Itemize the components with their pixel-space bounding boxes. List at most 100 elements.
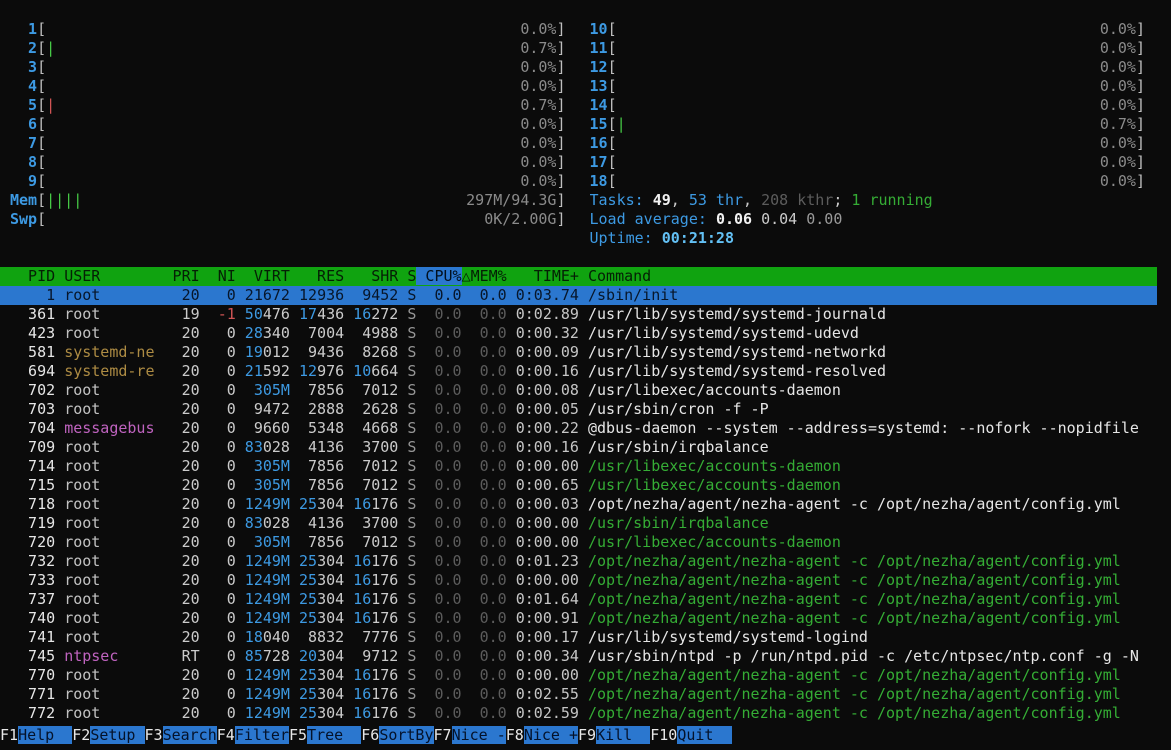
table-header-row: PID USER PRI NI VIRT RES SHR S CPU%△MEM%… <box>0 267 1157 286</box>
cpu-meter-10-value: 0.0% <box>1099 20 1136 38</box>
fkey-number: F10 <box>650 726 678 744</box>
cpu-meter-10-label: 10 <box>589 20 608 38</box>
process-command: /opt/nezha/agent/nezha-agent -c /opt/nez… <box>588 552 1121 570</box>
swp-meter-bar: 0K/2.00G <box>46 210 556 229</box>
process-row-771[interactable]: 771 root 20 0 1249M 25304 16176 S 0.0 0.… <box>0 685 1157 704</box>
cpu-meter-2-bar: | 0.7% <box>46 39 557 57</box>
cpu-meter-13-label: 13 <box>589 77 608 95</box>
column-header-pri[interactable]: PRI <box>155 267 200 285</box>
process-row-423[interactable]: 423 root 20 0 28340 7004 4988 S 0.0 0.0 … <box>0 324 1157 343</box>
fkey-number: F4 <box>216 726 235 744</box>
cpu-meter-2-value: 0.7% <box>520 39 557 57</box>
cpu-meter-3-value: 0.0% <box>520 58 557 76</box>
fkey-f7-nice-[interactable]: F7Nice - <box>434 726 506 744</box>
process-row-718[interactable]: 718 root 20 0 1249M 25304 16176 S 0.0 0.… <box>0 495 1157 514</box>
column-header-s[interactable]: S <box>398 267 416 285</box>
process-row-719[interactable]: 719 root 20 0 83028 4136 3700 S 0.0 0.0 … <box>0 514 1157 533</box>
column-header-cmd[interactable]: Command <box>588 267 651 285</box>
cpu-meter-7: 7[0.0%] <box>10 134 566 153</box>
column-header-pid[interactable]: PID <box>10 267 55 285</box>
cpu-meter-18-value: 0.0% <box>1099 172 1136 190</box>
process-row-720[interactable]: 720 root 20 0 305M 7856 7012 S 0.0 0.0 0… <box>0 533 1157 552</box>
fkey-f1-help[interactable]: F1Help <box>0 726 73 744</box>
process-row-581[interactable]: 581 systemd-ne 20 0 19012 9436 8268 S 0.… <box>0 343 1157 362</box>
meters-panel: 1[0.0%] 2[| 0.7%] 3[0.0%] 4[0.0%] 5[| 0.7%… <box>0 20 1171 248</box>
process-row-770[interactable]: 770 root 20 0 1249M 25304 16176 S 0.0 0.… <box>0 666 1157 685</box>
cpu-meter-8: 8[0.0%] <box>10 153 566 172</box>
process-row-737[interactable]: 737 root 20 0 1249M 25304 16176 S 0.0 0.… <box>0 590 1157 609</box>
cpu-meter-6-label: 6 <box>10 115 38 133</box>
fkey-f6-sortby[interactable]: F6SortBy <box>361 726 434 744</box>
column-header-ni[interactable]: NI <box>200 267 236 285</box>
process-row-702[interactable]: 702 root 20 0 305M 7856 7012 S 0.0 0.0 0… <box>0 381 1157 400</box>
cpu-meter-8-bar: 0.0% <box>46 153 556 172</box>
fkey-number: F7 <box>433 726 452 744</box>
fkey-f4-filter[interactable]: F4Filter <box>217 726 289 744</box>
process-command: /usr/sbin/irqbalance <box>588 514 769 532</box>
process-row-714[interactable]: 714 root 20 0 305M 7856 7012 S 0.0 0.0 0… <box>0 457 1157 476</box>
cpu-meter-5-label: 5 <box>10 96 38 114</box>
process-row-715[interactable]: 715 root 20 0 305M 7856 7012 S 0.0 0.0 0… <box>0 476 1157 495</box>
fkey-f5-tree[interactable]: F5Tree <box>289 726 362 744</box>
fkey-f2-setup[interactable]: F2Setup <box>72 726 145 744</box>
column-header-res[interactable]: RES <box>290 267 344 285</box>
column-header-time[interactable]: TIME+ <box>507 267 579 285</box>
cpu-meter-17: 17[0.0%] <box>589 153 1146 171</box>
process-command: /sbin/init <box>588 286 679 304</box>
process-command: /opt/nezha/agent/nezha-agent -c /opt/nez… <box>588 590 1121 608</box>
column-header-cpu[interactable]: CPU% <box>416 267 462 285</box>
process-row-745[interactable]: 745 ntpsec RT 0 85728 20304 9712 S 0.0 0… <box>0 647 1157 666</box>
fkey-f8-nice-[interactable]: F8Nice + <box>506 726 578 744</box>
process-command: /opt/nezha/agent/nezha-agent -c /opt/nez… <box>588 666 1121 684</box>
process-row-741[interactable]: 741 root 20 0 18040 8832 7776 S 0.0 0.0 … <box>0 628 1157 647</box>
cpu-meter-15-value: 0.7% <box>1099 115 1136 133</box>
column-header-virt[interactable]: VIRT <box>236 267 290 285</box>
cpu-meter-4-bar: 0.0% <box>46 77 556 96</box>
process-row-361[interactable]: 361 root 19 -1 50476 17436 16272 S 0.0 0… <box>0 305 1157 324</box>
fkey-f10-quit[interactable]: F10Quit <box>650 726 732 744</box>
mem-meter-bar: |||| 297M/94.3G <box>46 191 557 209</box>
column-header-user[interactable]: USER <box>64 267 154 285</box>
process-command: /usr/lib/systemd/systemd-logind <box>588 628 868 646</box>
function-key-bar: F1Help F2Setup F3SearchF4FilterF5Tree F6… <box>0 726 1171 745</box>
cpu-meter-7-value: 0.0% <box>520 134 557 152</box>
cpu-meter-8-label: 8 <box>10 153 38 171</box>
fkey-label: Setup <box>90 726 145 744</box>
process-row-704[interactable]: 704 messagebus 20 0 9660 5348 4668 S 0.0… <box>0 419 1157 438</box>
cpu-meter-3-bar: 0.0% <box>46 58 556 77</box>
process-row-694[interactable]: 694 systemd-re 20 0 21592 12976 10664 S … <box>0 362 1157 381</box>
fkey-label: Nice + <box>523 726 578 744</box>
cpu-meter-12: 12[0.0%] <box>589 58 1146 76</box>
cpu-meter-11-label: 11 <box>589 39 608 57</box>
process-row-772[interactable]: 772 root 20 0 1249M 25304 16176 S 0.0 0.… <box>0 704 1157 723</box>
process-row-1[interactable]: 1 root 20 0 21672 12936 9452 S 0.0 0.0 0… <box>0 286 1157 305</box>
tasks-summary: Tasks: 49, 53 thr, 208 kthr; 1 running <box>589 191 933 209</box>
cpu-meter-16-bar: 0.0% <box>617 134 1136 153</box>
cpu-meter-14-bar: 0.0% <box>617 96 1136 115</box>
fkey-number: F2 <box>72 726 91 744</box>
cpu-meter-4: 4[0.0%] <box>10 77 566 96</box>
process-row-732[interactable]: 732 root 20 0 1249M 25304 16176 S 0.0 0.… <box>0 552 1157 571</box>
uptime: Uptime: 00:21:28 <box>589 229 735 247</box>
fkey-f3-search[interactable]: F3Search <box>145 726 217 744</box>
cpu-meter-18-bar: 0.0% <box>617 172 1136 191</box>
process-row-703[interactable]: 703 root 20 0 9472 2888 2628 S 0.0 0.0 0… <box>0 400 1157 419</box>
fkey-label: Help <box>18 726 73 744</box>
process-command: /usr/libexec/accounts-daemon <box>588 476 841 494</box>
process-command: /usr/lib/systemd/systemd-udevd <box>588 324 859 342</box>
cpu-meter-7-label: 7 <box>10 134 38 152</box>
swp-meter-value: 0K/2.00G <box>484 210 557 228</box>
cpu-meter-1-bar: 0.0% <box>46 20 556 39</box>
fkey-f9-kill[interactable]: F9Kill <box>578 726 651 744</box>
column-header-mem[interactable]: △MEM% <box>462 267 507 285</box>
cpu-meter-9-bar: 0.0% <box>46 172 556 191</box>
process-row-733[interactable]: 733 root 20 0 1249M 25304 16176 S 0.0 0.… <box>0 571 1157 590</box>
cpu-meter-11-value: 0.0% <box>1099 39 1136 57</box>
mem-meter-value: 297M/94.3G <box>466 191 557 209</box>
column-header-shr[interactable]: SHR <box>344 267 398 285</box>
cpu-meter-14-value: 0.0% <box>1099 96 1136 114</box>
cpu-meter-14: 14[0.0%] <box>589 96 1146 115</box>
process-row-740[interactable]: 740 root 20 0 1249M 25304 16176 S 0.0 0.… <box>0 609 1157 628</box>
process-row-709[interactable]: 709 root 20 0 83028 4136 3700 S 0.0 0.0 … <box>0 438 1157 457</box>
cpu-meter-7-bar: 0.0% <box>46 134 556 153</box>
